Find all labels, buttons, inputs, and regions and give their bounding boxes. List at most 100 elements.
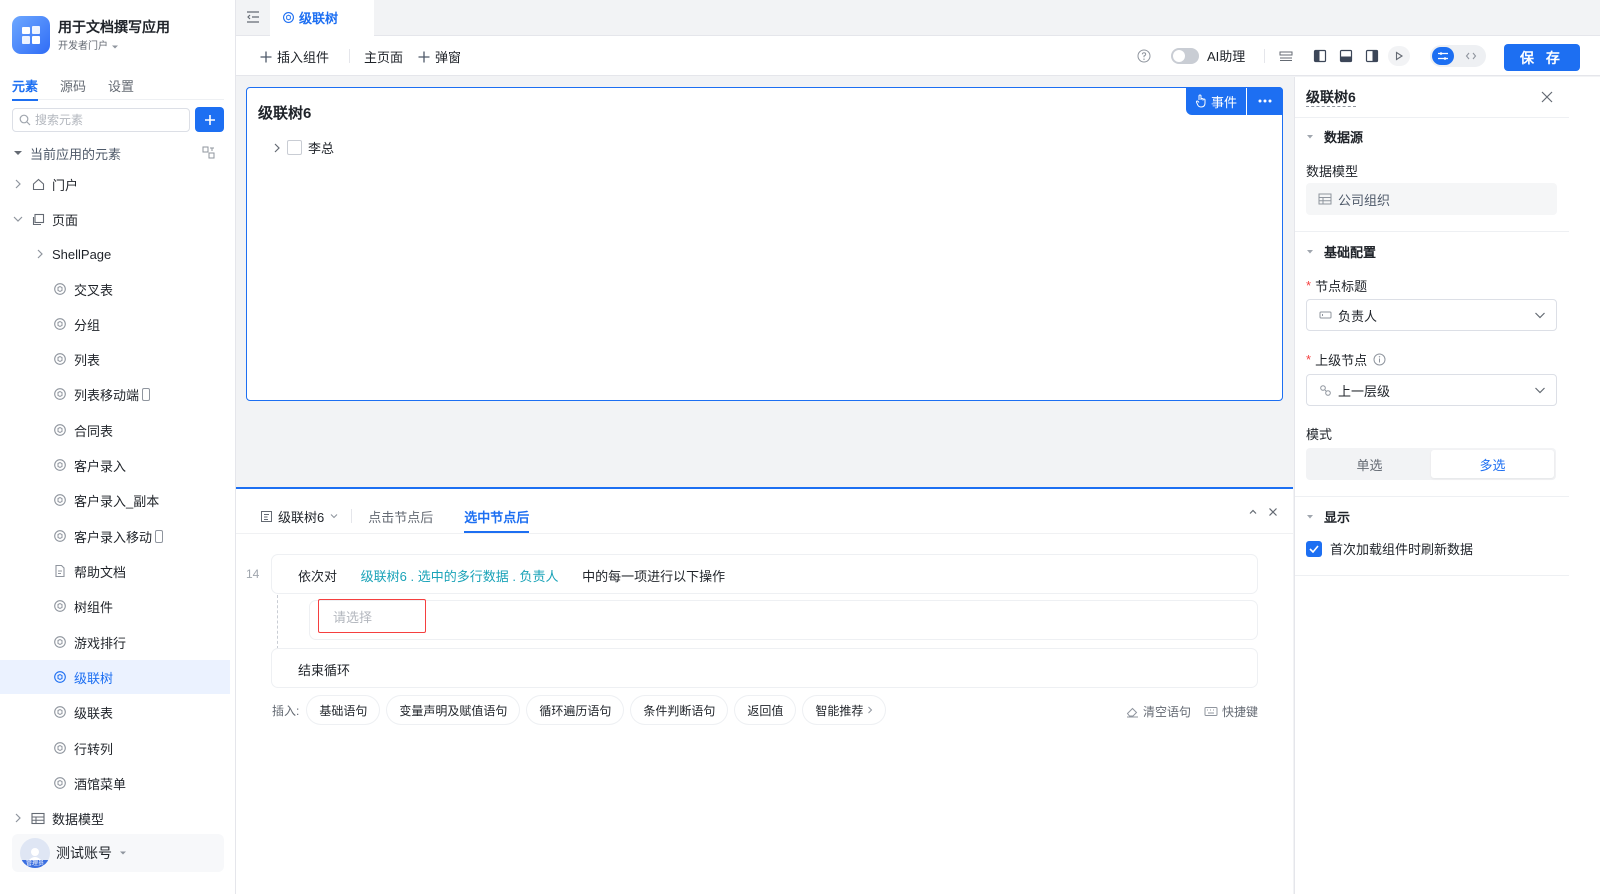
smart-recommend-label: 智能推荐 — [815, 703, 864, 718]
tree-root[interactable]: 当前应用的元素 — [0, 136, 230, 170]
info-icon[interactable] — [1373, 353, 1386, 366]
popup-button[interactable]: 弹窗 — [418, 47, 461, 66]
view-mode-toggle[interactable] — [1430, 45, 1486, 67]
section-display[interactable]: 显示 — [1306, 507, 1350, 526]
tab-source[interactable]: 源码 — [60, 76, 86, 100]
sidebar-item-page[interactable]: 列表 — [0, 342, 230, 376]
sidebar-item-pages[interactable]: 页面 — [0, 202, 230, 236]
insert-variable-button[interactable]: 变量声明及赋值语句 — [387, 696, 520, 724]
insert-return-button[interactable]: 返回值 — [735, 696, 796, 724]
loop-statement-text: 依次对 级联树6 . 选中的多行数据 . 负责人 中的每一项进行以下操作 — [298, 566, 725, 585]
sidebar-item-shellpage[interactable]: ShellPage — [0, 237, 230, 271]
chevron-up-icon[interactable] — [1246, 505, 1260, 519]
left-panel-icon[interactable] — [1312, 48, 1328, 64]
component-actions: 事件 — [1186, 87, 1283, 115]
add-element-button[interactable] — [195, 107, 224, 132]
tab-cascade-tree[interactable]: 级联树 — [270, 0, 374, 36]
caret-down-icon — [1307, 514, 1313, 518]
sidebar-item-page[interactable]: 交叉表 — [0, 272, 230, 306]
tree-node[interactable]: 李总 — [273, 138, 334, 157]
loop-prefix: 依次对 — [298, 569, 338, 584]
code-mode-icon[interactable] — [1460, 47, 1482, 65]
smart-recommend-button[interactable]: 智能推荐 — [803, 696, 886, 724]
close-icon[interactable] — [1541, 91, 1553, 103]
mode-single-option[interactable]: 单选 — [1308, 450, 1431, 478]
tab-select-node[interactable]: 选中节点后 — [464, 501, 530, 533]
close-icon[interactable] — [1266, 505, 1280, 519]
locate-icon[interactable] — [202, 146, 215, 159]
sidebar-item-page[interactable]: 列表移动端 — [0, 377, 230, 411]
node-checkbox[interactable] — [287, 140, 302, 155]
sidebar-item-cascade-tree[interactable]: 级联树 — [0, 660, 230, 694]
sidebar-item-label: 列表移动端 — [74, 387, 140, 403]
collapse-sidebar-icon[interactable] — [246, 10, 260, 24]
caret-down-icon — [112, 45, 118, 49]
field-text-icon — [1319, 311, 1332, 319]
sidebar-item-page[interactable]: 酒馆菜单 — [0, 766, 230, 800]
page-icon — [52, 598, 68, 614]
parent-node-select[interactable]: 上一层级 — [1306, 374, 1557, 406]
mode-multi-option[interactable]: 多选 — [1431, 450, 1554, 478]
refresh-on-load-option[interactable]: 首次加载组件时刷新数据 — [1306, 539, 1473, 558]
search-input[interactable] — [35, 113, 175, 127]
loop-statement[interactable]: 依次对 级联树6 . 选中的多行数据 . 负责人 中的每一项进行以下操作 — [272, 555, 1257, 593]
component-selector[interactable]: 级联树6 — [260, 501, 339, 531]
shortcut-button[interactable]: 快捷键 — [1204, 703, 1258, 720]
sidebar-item-page[interactable]: 客户录入_副本 — [0, 483, 230, 517]
user-account[interactable]: 管理员 测试账号 — [12, 834, 224, 872]
main-page-button[interactable]: 主页面 — [364, 47, 403, 66]
clear-statements-button[interactable]: 清空语句 — [1126, 703, 1191, 720]
page-tab-bar: 级联树 — [236, 0, 1600, 36]
event-button[interactable]: 事件 — [1186, 87, 1246, 115]
preview-play-icon[interactable] — [1388, 46, 1410, 66]
section-datasource[interactable]: 数据源 — [1306, 127, 1363, 146]
sidebar-item-page[interactable]: 游戏排行 — [0, 625, 230, 659]
ai-assistant-toggle[interactable]: AI助理 — [1171, 46, 1245, 65]
sidebar-item-data-model[interactable]: 数据模型 — [0, 801, 230, 835]
sidebar-item-page[interactable]: 合同表 — [0, 413, 230, 447]
save-button[interactable]: 保 存 — [1504, 44, 1580, 71]
tab-settings[interactable]: 设置 — [108, 76, 134, 100]
section-basic-config[interactable]: 基础配置 — [1306, 242, 1376, 261]
more-options-button[interactable] — [1247, 87, 1283, 115]
design-mode-icon[interactable] — [1432, 47, 1454, 65]
chevron-right-icon — [12, 813, 24, 823]
more-horizontal-icon — [1258, 99, 1272, 103]
help-icon[interactable] — [1136, 48, 1152, 64]
portal-switcher[interactable]: 开发者门户 — [58, 40, 170, 54]
sidebar-item-page[interactable]: 客户录入移动 — [0, 519, 230, 553]
loop-end-statement[interactable]: 结束循环 — [272, 649, 1257, 687]
statement-select[interactable]: 请选择 — [318, 599, 426, 633]
refresh-checkbox[interactable] — [1306, 540, 1322, 557]
page-icon — [52, 281, 68, 297]
loop-expression[interactable]: 级联树6 . 选中的多行数据 . 负责人 — [361, 569, 559, 584]
insert-loop-button[interactable]: 循环遍历语句 — [527, 696, 624, 724]
insert-basic-button[interactable]: 基础语句 — [307, 696, 380, 724]
sidebar-item-page[interactable]: 客户录入 — [0, 448, 230, 482]
sidebar-item-page[interactable]: 行转列 — [0, 731, 230, 765]
sidebar-item-page[interactable]: 分组 — [0, 307, 230, 341]
node-title-select[interactable]: 负责人 — [1306, 299, 1557, 331]
tab-click-node[interactable]: 点击节点后 — [368, 501, 433, 531]
toggle-switch[interactable] — [1171, 47, 1199, 64]
bottom-panel-icon[interactable] — [1338, 48, 1354, 64]
data-model-label: 数据模型 — [1306, 164, 1359, 179]
props-title[interactable]: 级联树6 — [1306, 88, 1356, 107]
insert-component-button[interactable]: 插入组件 — [260, 47, 329, 66]
sidebar-item-page[interactable]: 级联表 — [0, 695, 230, 729]
insert-statement-row: 插入: 基础语句 变量声明及赋值语句 循环遍历语句 条件判断语句 返回值 智能推… — [272, 696, 886, 724]
node-title-label: * 节点标题 — [1306, 276, 1367, 295]
sidebar-item-page[interactable]: 帮助文档 — [0, 554, 230, 588]
sidebar-item-portal[interactable]: 门户 — [0, 167, 230, 201]
insert-condition-button[interactable]: 条件判断语句 — [631, 696, 728, 724]
cascade-tree-component[interactable]: 级联树6 事件 李总 — [246, 87, 1283, 401]
insert-label: 插入: — [272, 703, 300, 718]
mode-segmented-control: 单选 多选 — [1306, 448, 1556, 480]
design-canvas: 级联树6 事件 李总 — [236, 77, 1293, 487]
right-panel-icon[interactable] — [1364, 48, 1380, 64]
sidebar-item-page[interactable]: 树组件 — [0, 589, 230, 623]
tab-elements[interactable]: 元素 — [12, 76, 39, 101]
chevron-right-icon[interactable] — [273, 143, 281, 153]
layout-grid-icon[interactable] — [1278, 48, 1294, 64]
loop-end-label: 结束循环 — [298, 663, 351, 678]
